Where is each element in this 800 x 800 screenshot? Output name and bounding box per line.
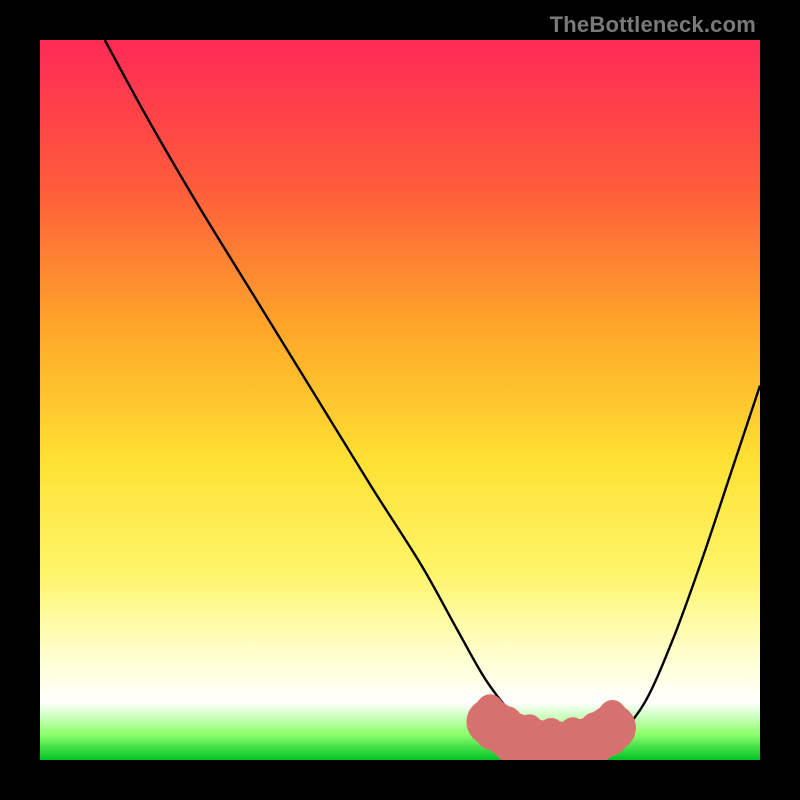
watermark-text: TheBottleneck.com bbox=[550, 12, 756, 38]
chart-svg bbox=[40, 40, 760, 760]
plot-area bbox=[40, 40, 760, 760]
chart-frame: TheBottleneck.com bbox=[0, 0, 800, 800]
optimal-zone-dot bbox=[594, 700, 630, 755]
gradient-background bbox=[40, 40, 760, 760]
